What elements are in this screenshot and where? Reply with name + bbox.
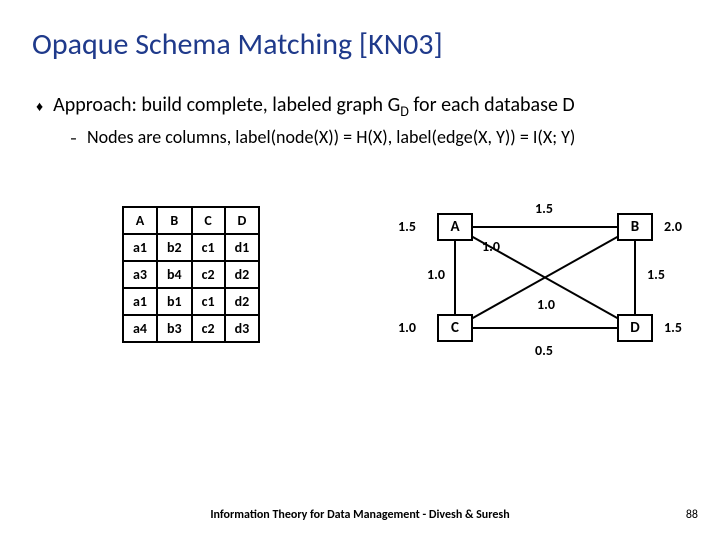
edge-label-cd: 0.5: [535, 342, 553, 359]
edge-label-diag2: 1.0: [537, 296, 555, 313]
dash-icon: –: [70, 130, 77, 147]
cell: b1: [157, 288, 192, 315]
node-label-d: 1.5: [664, 319, 682, 336]
cell: b2: [157, 234, 192, 261]
bullet-level-2: – Nodes are columns, label(node(X)) = H(…: [70, 126, 688, 148]
table-row: a3 b4 c2 d2: [123, 261, 259, 288]
edge-label-diag1: 1.0: [427, 266, 445, 283]
cell: d2: [225, 261, 260, 288]
edge-label-ac: 1.0: [482, 238, 500, 255]
bullet-1-sub: D: [400, 103, 409, 120]
cell: d1: [225, 234, 260, 261]
col-header: A: [123, 207, 157, 234]
cell: c2: [192, 261, 225, 288]
node-label-a: 1.5: [398, 218, 416, 235]
cell: b3: [157, 315, 192, 342]
node-label-c: 1.0: [398, 319, 416, 336]
cell: a1: [123, 288, 157, 315]
cell: b4: [157, 261, 192, 288]
diamond-icon: ♦: [36, 98, 43, 115]
cell: d2: [225, 288, 260, 315]
col-header: D: [225, 207, 260, 234]
cell: a1: [123, 234, 157, 261]
table-row: a4 b3 c2 d3: [123, 315, 259, 342]
table-header-row: A B C D: [123, 207, 259, 234]
cell: c1: [192, 288, 225, 315]
page-number: 88: [686, 508, 698, 522]
graph-diagram: A B C D 1.5 1.5 2.0 1.0 1.0 1.5 1.0 1.0 …: [382, 188, 712, 378]
bullet-list: ♦ Approach: build complete, labeled grap…: [36, 93, 688, 148]
slide-footer: Information Theory for Data Management -…: [0, 508, 720, 522]
bullet-1-suffix: for each database D: [409, 93, 575, 117]
edge-label-ab: 1.5: [535, 200, 553, 217]
bullet-2-text: Nodes are columns, label(node(X)) = H(X)…: [87, 126, 575, 148]
col-header: C: [192, 207, 225, 234]
content-row: A B C D a1 b2 c1 d1 a3 b4 c2 d2: [32, 188, 688, 408]
edge-label-bd: 1.5: [647, 266, 665, 283]
cell: d3: [225, 315, 260, 342]
col-header: B: [157, 207, 192, 234]
bullet-1-prefix: Approach: build complete, labeled graph …: [53, 93, 400, 117]
graph-node-d: D: [617, 314, 653, 342]
cell: a3: [123, 261, 157, 288]
cell: a4: [123, 315, 157, 342]
slide: Opaque Schema Matching [KN03] ♦ Approach…: [0, 0, 720, 540]
bullet-1-text: Approach: build complete, labeled graph …: [53, 93, 575, 120]
slide-title: Opaque Schema Matching [KN03]: [32, 26, 688, 63]
table-row: a1 b1 c1 d2: [123, 288, 259, 315]
graph-node-b: B: [617, 213, 653, 241]
cell: c1: [192, 234, 225, 261]
graph-node-a: A: [437, 213, 473, 241]
node-label-b: 2.0: [664, 218, 682, 235]
cell: c2: [192, 315, 225, 342]
bullet-level-1: ♦ Approach: build complete, labeled grap…: [36, 93, 688, 120]
table-row: a1 b2 c1 d1: [123, 234, 259, 261]
graph-node-c: C: [437, 314, 473, 342]
data-table: A B C D a1 b2 c1 d1 a3 b4 c2 d2: [122, 206, 260, 343]
